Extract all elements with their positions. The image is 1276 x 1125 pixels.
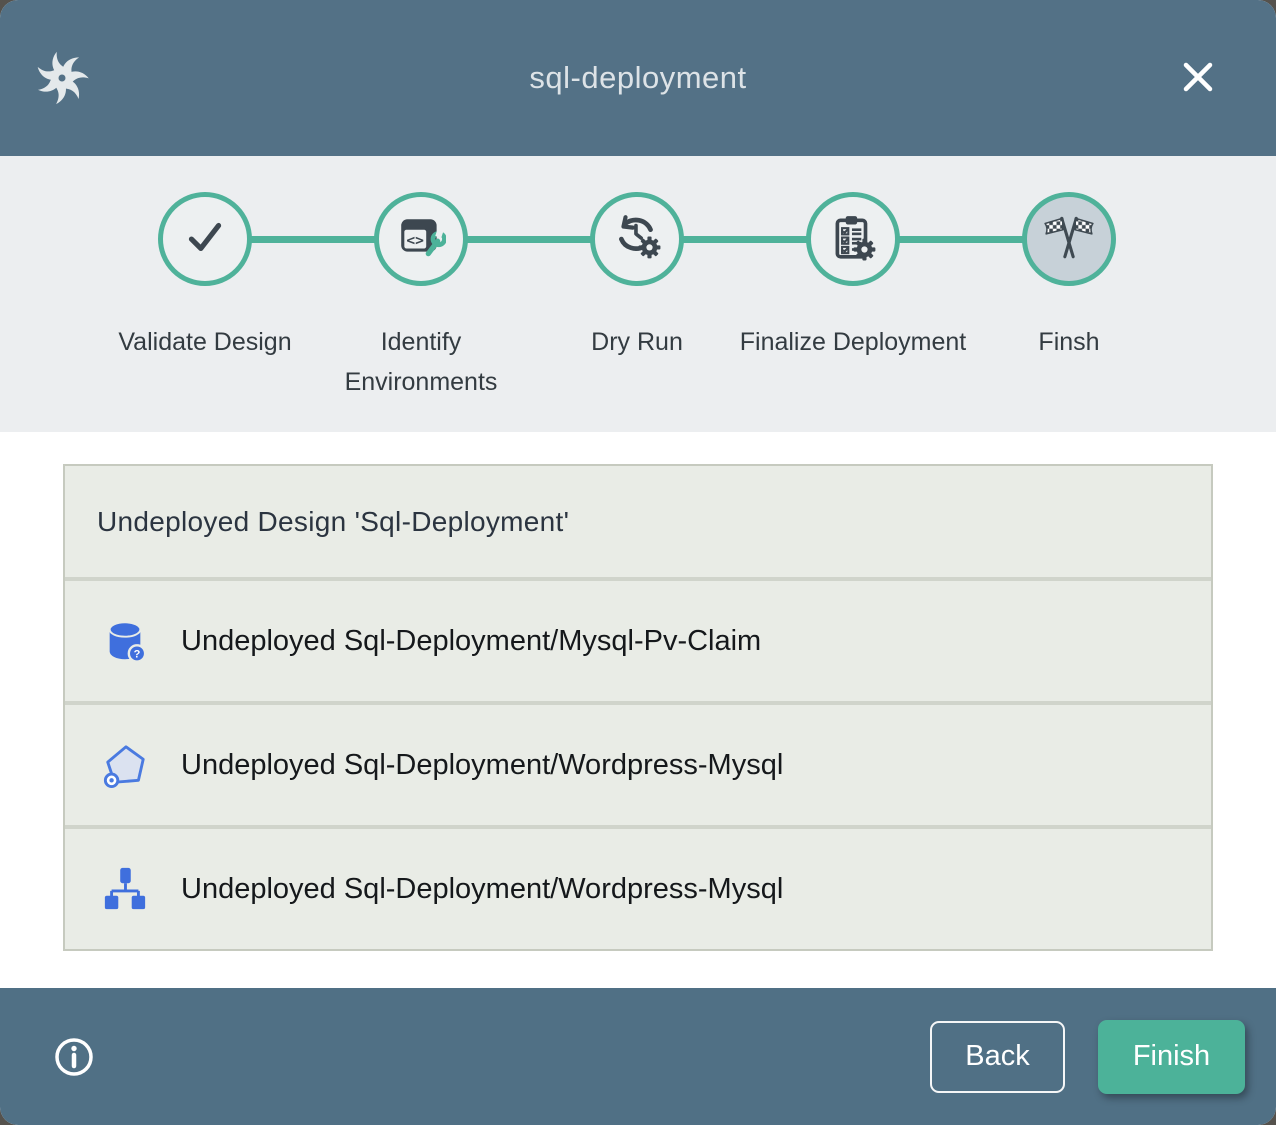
- step-label-finish: Finsh: [949, 322, 1189, 362]
- step-label-identify-environments: Identify Environments: [301, 322, 541, 402]
- results-heading: Undeployed Design 'Sql-Deployment': [65, 466, 1211, 577]
- step-label-finalize-deployment: Finalize Deployment: [733, 322, 973, 362]
- clipboard-gear-icon: [828, 212, 878, 267]
- result-text: Undeployed Sql-Deployment/Wordpress-Mysq…: [181, 873, 783, 906]
- step-dry-run[interactable]: [590, 192, 684, 286]
- deployment-wizard-dialog: sql-deployment: [0, 0, 1276, 1125]
- result-row-pv-claim: ? Undeployed Sql-Deployment/Mysql-Pv-Cla…: [65, 577, 1211, 701]
- step-identify-environments[interactable]: <>: [374, 192, 468, 286]
- finish-flags-icon: [1042, 214, 1096, 265]
- result-text: Undeployed Sql-Deployment/Wordpress-Mysq…: [181, 749, 783, 782]
- close-button[interactable]: [1162, 42, 1234, 114]
- wizard-stepper: <>: [0, 156, 1276, 432]
- step-label-validate-design: Validate Design: [85, 322, 325, 362]
- info-button[interactable]: [52, 1035, 96, 1079]
- code-wrench-icon: <>: [396, 212, 446, 267]
- step-finish[interactable]: [1022, 192, 1116, 286]
- service-pentagon-icon: [102, 742, 148, 788]
- svg-text:<>: <>: [406, 231, 424, 248]
- svg-text:?: ?: [134, 648, 141, 660]
- result-row-service: Undeployed Sql-Deployment/Wordpress-Mysq…: [65, 701, 1211, 825]
- result-text: Undeployed Sql-Deployment/Mysql-Pv-Claim: [181, 625, 761, 658]
- action-bar: Back Finish: [0, 988, 1276, 1125]
- deployment-results-panel: Undeployed Design 'Sql-Deployment' ? Und…: [63, 464, 1213, 951]
- content-area: Undeployed Design 'Sql-Deployment' ? Und…: [0, 432, 1276, 988]
- app-logo-icon: [34, 50, 90, 106]
- title-bar: sql-deployment: [0, 0, 1276, 156]
- dry-run-sync-icon: [612, 212, 662, 267]
- dialog-title: sql-deployment: [0, 0, 1276, 156]
- database-question-icon: ?: [102, 618, 148, 664]
- step-label-dry-run: Dry Run: [517, 322, 757, 362]
- step-finalize-deployment[interactable]: [806, 192, 900, 286]
- back-button[interactable]: Back: [930, 1021, 1065, 1093]
- finish-button[interactable]: Finish: [1098, 1020, 1245, 1094]
- deployment-tree-icon: [102, 866, 148, 912]
- info-icon: [52, 1067, 96, 1082]
- check-icon: [180, 212, 230, 267]
- result-row-deployment: Undeployed Sql-Deployment/Wordpress-Mysq…: [65, 825, 1211, 949]
- step-validate-design[interactable]: [158, 192, 252, 286]
- close-icon: [1178, 57, 1218, 100]
